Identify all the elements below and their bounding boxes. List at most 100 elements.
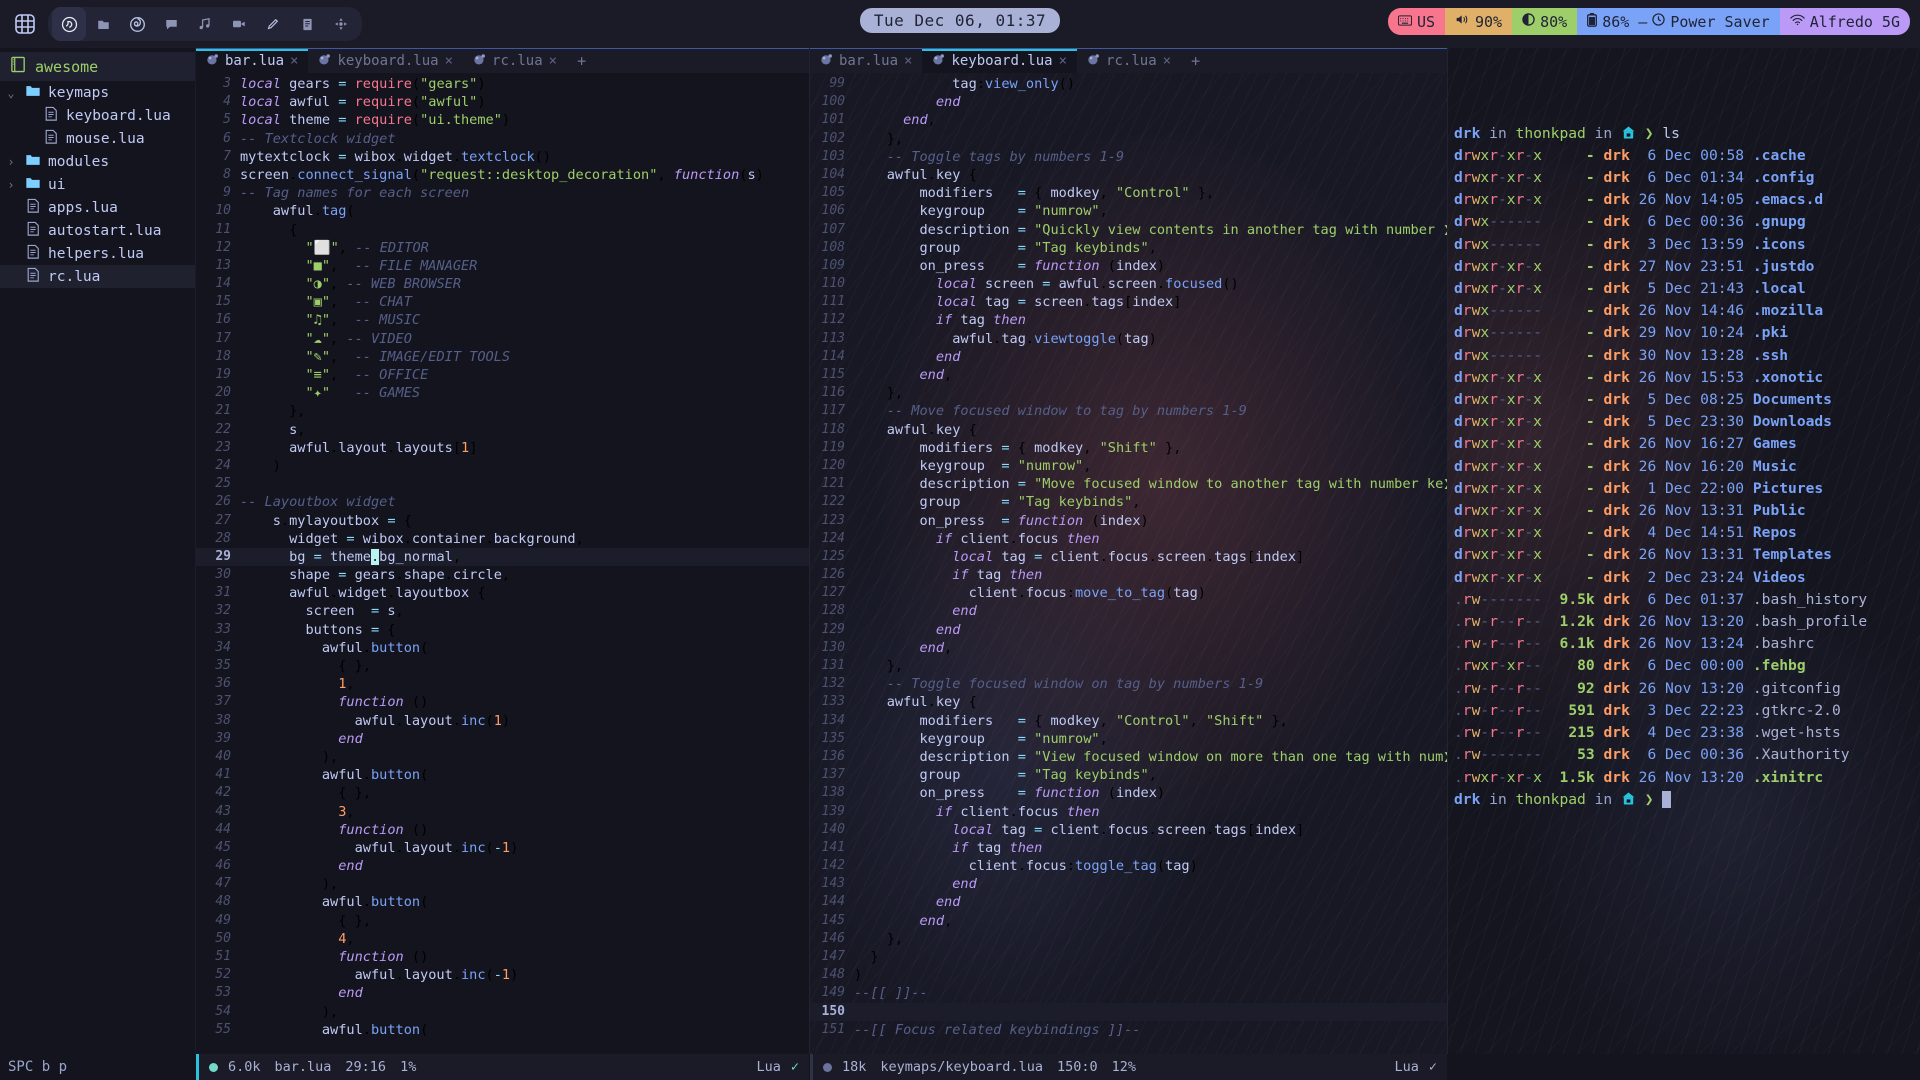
code-line[interactable]: 105 modifiers = { modkey, "Control" }, bbox=[810, 184, 1447, 202]
terminal-window[interactable]: drk in thonkpad in ❯ ls drwxr-xr-x - drk … bbox=[1448, 48, 1920, 1080]
code-line[interactable]: 6 -- Textclock widget bbox=[196, 130, 809, 148]
code-line[interactable]: 49 { }, bbox=[196, 912, 809, 930]
code-line[interactable]: 48 awful.button( bbox=[196, 893, 809, 911]
code-line[interactable]: 133 awful.key { bbox=[810, 693, 1447, 711]
code-line[interactable]: 122 group = "Tag keybinds", bbox=[810, 493, 1447, 511]
code-line[interactable]: 112 if tag then bbox=[810, 311, 1447, 329]
tab-rc-lua[interactable]: rc.lua × bbox=[1077, 49, 1182, 73]
terminal-input-line[interactable]: drk in thonkpad in ❯ bbox=[1454, 789, 1914, 811]
code-line[interactable]: 104 awful.key { bbox=[810, 166, 1447, 184]
code-line[interactable]: 107 description = "Quickly view contents… bbox=[810, 221, 1447, 239]
code-line[interactable]: 150 bbox=[810, 1002, 1447, 1021]
code-line[interactable]: 30 shape = gears.shape.circle, bbox=[196, 566, 809, 584]
code-line[interactable]: 8 screen.connect_signal("request::desktop… bbox=[196, 166, 809, 184]
code-line[interactable]: 38 awful.layout.inc(1) bbox=[196, 712, 809, 730]
code-line[interactable]: 141 if tag then bbox=[810, 839, 1447, 857]
right-tabbar[interactable]: bar.lua × keyboard.lua × rc.lua × + bbox=[810, 48, 1447, 73]
left-tab-group[interactable]: bar.lua × keyboard.lua × rc.lua × bbox=[196, 49, 568, 73]
code-line[interactable]: 116 }, bbox=[810, 384, 1447, 402]
code-line[interactable]: 102 }, bbox=[810, 130, 1447, 148]
code-line[interactable]: 121 description = "Move focused window t… bbox=[810, 475, 1447, 493]
code-line[interactable]: 51 function () bbox=[196, 948, 809, 966]
code-line[interactable]: 16 "♫", -- MUSIC bbox=[196, 311, 809, 329]
tree-item-rc-lua[interactable]: rc.lua bbox=[0, 265, 195, 288]
code-line[interactable]: 41 awful.button( bbox=[196, 766, 809, 784]
code-line[interactable]: 3 local gears = require("gears") bbox=[196, 75, 809, 93]
left-tabbar[interactable]: bar.lua × keyboard.lua × rc.lua × + bbox=[196, 48, 809, 73]
close-icon[interactable]: × bbox=[290, 53, 298, 69]
battery-widget[interactable]: 86% – Power Saver bbox=[1577, 8, 1780, 35]
close-icon[interactable]: × bbox=[549, 53, 557, 69]
code-line[interactable]: 32 screen = s, bbox=[196, 602, 809, 620]
code-line[interactable]: 132 -- Toggle focused window on tag by n… bbox=[810, 675, 1447, 693]
code-line[interactable]: 127 client.focus:move_to_tag(tag) bbox=[810, 584, 1447, 602]
code-line[interactable]: 4 local awful = require("awful") bbox=[196, 93, 809, 111]
code-line[interactable]: 15 "▣", -- CHAT bbox=[196, 293, 809, 311]
code-line[interactable]: 146 }, bbox=[810, 930, 1447, 948]
code-line[interactable]: 110 local screen = awful.screen.focused(… bbox=[810, 275, 1447, 293]
tab-bar-lua[interactable]: bar.lua × bbox=[810, 49, 923, 73]
code-line[interactable]: 147 } bbox=[810, 948, 1447, 966]
code-line[interactable]: 54 ), bbox=[196, 1003, 809, 1021]
code-line[interactable]: 23 awful.layout.layouts[1] bbox=[196, 439, 809, 457]
right-tab-group[interactable]: bar.lua × keyboard.lua × rc.lua × bbox=[810, 49, 1182, 73]
code-line[interactable]: 53 end bbox=[196, 984, 809, 1002]
tree-item-modules[interactable]: › modules bbox=[0, 150, 195, 173]
code-line[interactable]: 136 description = "View focused window o… bbox=[810, 748, 1447, 766]
code-line[interactable]: 52 awful.layout.inc(-1) bbox=[196, 966, 809, 984]
code-line[interactable]: 118 awful.key { bbox=[810, 421, 1447, 439]
close-icon[interactable]: × bbox=[445, 53, 453, 69]
code-line[interactable]: 134 modifiers = { modkey, "Control", "Sh… bbox=[810, 712, 1447, 730]
tab-bar-lua[interactable]: bar.lua × bbox=[196, 49, 309, 73]
chevron-icon[interactable]: ⌄ bbox=[4, 86, 18, 100]
keyboard-layout-widget[interactable]: US bbox=[1387, 8, 1445, 35]
tree-item-apps-lua[interactable]: apps.lua bbox=[0, 196, 195, 219]
left-new-tab-button[interactable]: + bbox=[567, 49, 596, 73]
code-line[interactable]: 11 { bbox=[196, 221, 809, 239]
code-line[interactable]: 37 function () bbox=[196, 693, 809, 711]
code-line[interactable]: 7 mytextclock = wibox.widget.textclock() bbox=[196, 148, 809, 166]
code-line[interactable]: 128 end bbox=[810, 602, 1447, 620]
code-line[interactable]: 145 end, bbox=[810, 912, 1447, 930]
code-line[interactable]: 149 --[[ ]]-- bbox=[810, 984, 1447, 1002]
code-line[interactable]: 13 "■", -- FILE MANAGER bbox=[196, 257, 809, 275]
code-line[interactable]: 26 -- Layoutbox widget bbox=[196, 493, 809, 511]
code-line[interactable]: 113 awful.tag.viewtoggle(tag) bbox=[810, 330, 1447, 348]
code-line[interactable]: 139 if client.focus then bbox=[810, 803, 1447, 821]
right-code-area[interactable]: 99 tag:view_only() 100 end 101 end, 102 }, 1… bbox=[810, 73, 1447, 1054]
code-line[interactable]: 28 widget = wibox.container.background, bbox=[196, 530, 809, 548]
code-line[interactable]: 29 bg = theme.bg_normal, bbox=[196, 547, 809, 567]
code-line[interactable]: 143 end bbox=[810, 875, 1447, 893]
code-line[interactable]: 21 }, bbox=[196, 402, 809, 420]
code-line[interactable]: 108 group = "Tag keybinds", bbox=[810, 239, 1447, 257]
code-line[interactable]: 46 end bbox=[196, 857, 809, 875]
code-line[interactable]: 125 local tag = client.focus.screen.tags… bbox=[810, 548, 1447, 566]
tree-item-keyboard-lua[interactable]: keyboard.lua bbox=[0, 104, 195, 127]
chevron-icon[interactable]: › bbox=[4, 178, 18, 192]
code-line[interactable]: 126 if tag then bbox=[810, 566, 1447, 584]
code-line[interactable]: 20 "✦" -- GAMES bbox=[196, 384, 809, 402]
code-line[interactable]: 50 4, bbox=[196, 930, 809, 948]
code-line[interactable]: 24 ) bbox=[196, 457, 809, 475]
tab-keyboard-lua[interactable]: keyboard.lua × bbox=[922, 49, 1078, 73]
code-line[interactable]: 101 end, bbox=[810, 111, 1447, 129]
code-line[interactable]: 129 end bbox=[810, 621, 1447, 639]
code-line[interactable]: 5 local theme = require("ui.theme") bbox=[196, 111, 809, 129]
code-line[interactable]: 106 keygroup = "numrow", bbox=[810, 202, 1447, 220]
tree-root-project[interactable]: awesome bbox=[0, 52, 195, 81]
brightness-widget[interactable]: 80% bbox=[1512, 8, 1578, 35]
code-line[interactable]: 10 awful.tag( bbox=[196, 202, 809, 220]
file-tree-sidebar[interactable]: awesome ⌄ keymaps keyboard.lua mouse.lua › mo… bbox=[0, 48, 196, 1080]
tree-item-helpers-lua[interactable]: helpers.lua bbox=[0, 242, 195, 265]
clock-widget[interactable]: Tue Dec 06, 01:37 bbox=[859, 8, 1061, 33]
code-line[interactable]: 138 on_press = function (index) bbox=[810, 784, 1447, 802]
code-line[interactable]: 123 on_press = function (index) bbox=[810, 512, 1447, 530]
right-new-tab-button[interactable]: + bbox=[1181, 49, 1210, 73]
left-code-area[interactable]: 3 local gears = require("gears") 4 local aw… bbox=[196, 73, 809, 1054]
code-line[interactable]: 55 awful.button( bbox=[196, 1021, 809, 1039]
wifi-widget[interactable]: Alfredo 5G bbox=[1779, 8, 1910, 35]
code-line[interactable]: 109 on_press = function (index) bbox=[810, 257, 1447, 275]
code-line[interactable]: 103 -- Toggle tags by numbers 1-9 bbox=[810, 148, 1447, 166]
code-line[interactable]: 12 "⬜", -- EDITOR bbox=[196, 239, 809, 257]
code-line[interactable]: 33 buttons = { bbox=[196, 621, 809, 639]
